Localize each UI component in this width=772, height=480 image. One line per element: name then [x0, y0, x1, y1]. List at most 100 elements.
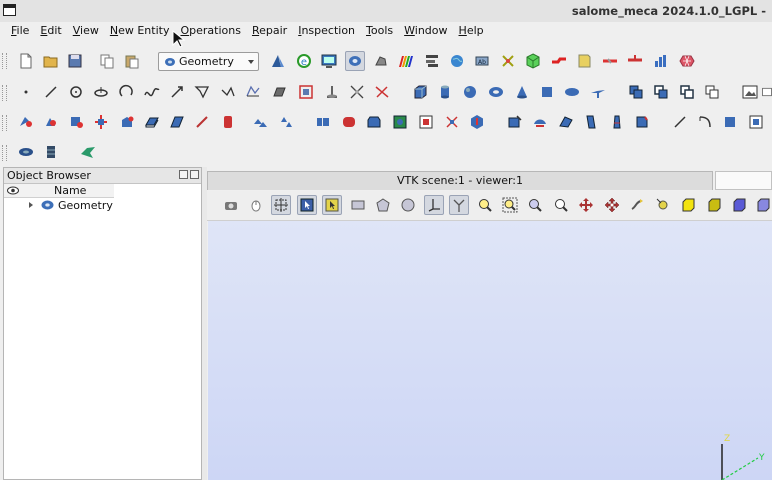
menu-new-entity[interactable]: New Entity: [105, 22, 175, 40]
picture-import-button[interactable]: [740, 82, 760, 102]
close-panel-icon[interactable]: [190, 170, 199, 179]
rotation-point-button[interactable]: [653, 195, 673, 215]
vector-button[interactable]: [167, 82, 187, 102]
extrusion-cut-button[interactable]: [467, 112, 487, 132]
get-shared-shapes-button[interactable]: [442, 112, 462, 132]
check-shape-button[interactable]: [746, 112, 766, 132]
menu-help[interactable]: Help: [454, 22, 489, 40]
bottom-view-button[interactable]: [754, 195, 772, 215]
cone-button[interactable]: [512, 82, 532, 102]
fit-all-button[interactable]: [475, 195, 495, 215]
expand-arrow-icon[interactable]: [29, 202, 33, 208]
section-button[interactable]: [91, 112, 111, 132]
module-jobmanager-button[interactable]: [319, 51, 339, 71]
module-weld-button[interactable]: [625, 51, 645, 71]
common-button[interactable]: [41, 112, 61, 132]
module-selector[interactable]: Geometry: [158, 52, 259, 71]
menu-operations[interactable]: Operations: [175, 22, 246, 40]
fillet-1d-button[interactable]: [416, 112, 436, 132]
polygon-selection-button[interactable]: [373, 195, 393, 215]
sew-button[interactable]: [505, 112, 525, 132]
menu-view[interactable]: View: [68, 22, 104, 40]
local-cs-button[interactable]: [296, 82, 316, 102]
menu-tools[interactable]: Tools: [361, 22, 398, 40]
extrusion-button[interactable]: [142, 112, 162, 132]
limit-tolerance-button[interactable]: [556, 112, 576, 132]
global-pan-button[interactable]: [602, 195, 622, 215]
multi-translation-button[interactable]: [313, 112, 333, 132]
arc-button[interactable]: [117, 82, 137, 102]
revolution-button[interactable]: [167, 112, 187, 132]
fit-selected-button[interactable]: [525, 195, 545, 215]
module-geometry-button[interactable]: [345, 51, 365, 71]
surface-from-face-button[interactable]: [372, 82, 392, 102]
check-free-boundaries-button[interactable]: [695, 112, 715, 132]
front-view-button[interactable]: [678, 195, 698, 215]
vtk-viewport[interactable]: [208, 221, 772, 480]
thickness-button[interactable]: [218, 112, 238, 132]
rectangle-selection-button[interactable]: [348, 195, 368, 215]
green-shape-button[interactable]: [78, 142, 98, 162]
sphere-button[interactable]: [460, 82, 480, 102]
measure-length-button[interactable]: [670, 112, 690, 132]
menu-window[interactable]: Window: [399, 22, 452, 40]
rectangle-face-button[interactable]: [537, 82, 557, 102]
back-view-button[interactable]: [704, 195, 724, 215]
solid-button[interactable]: [702, 82, 722, 102]
ellipse-button[interactable]: [91, 82, 111, 102]
float-panel-icon[interactable]: [179, 170, 188, 179]
module-molecule-button[interactable]: [498, 51, 518, 71]
plane-button[interactable]: [269, 82, 289, 102]
remove-holes-button[interactable]: [632, 112, 652, 132]
fuse-button[interactable]: [16, 112, 36, 132]
object-browser-column-header[interactable]: Name: [4, 184, 114, 198]
point-button[interactable]: [16, 82, 36, 102]
viewer-tab[interactable]: VTK scene:1 - viewer:1: [207, 171, 713, 190]
suppress-faces-button[interactable]: [581, 112, 601, 132]
paste-button[interactable]: [122, 51, 142, 71]
module-chart-button[interactable]: [651, 51, 671, 71]
wire-button[interactable]: [677, 82, 697, 102]
torus-button[interactable]: [486, 82, 506, 102]
rotation-button[interactable]: [276, 112, 296, 132]
bounding-box-button[interactable]: [720, 112, 740, 132]
line-button[interactable]: [41, 82, 61, 102]
new-document-button[interactable]: [16, 51, 36, 71]
isoline-button[interactable]: [347, 82, 367, 102]
compound-button[interactable]: [626, 82, 646, 102]
menu-repair[interactable]: Repair: [247, 22, 292, 40]
curve-button[interactable]: [142, 82, 162, 102]
toolbar-more-button[interactable]: [762, 82, 772, 102]
translation-button[interactable]: [250, 112, 270, 132]
module-paravis-button[interactable]: [396, 51, 416, 71]
cut-button[interactable]: [66, 112, 86, 132]
circle-selection-button[interactable]: [398, 195, 418, 215]
shell-button[interactable]: [651, 82, 671, 102]
module-asterstudy-button[interactable]: [422, 51, 442, 71]
menu-file[interactable]: File: [6, 22, 34, 40]
polyline-button[interactable]: [192, 82, 212, 102]
sketch-button[interactable]: [218, 82, 238, 102]
fit-selection-button[interactable]: [449, 195, 469, 215]
interaction-style-button[interactable]: [246, 195, 266, 215]
open-document-button[interactable]: [41, 51, 61, 71]
rotate-button[interactable]: [627, 195, 647, 215]
copy-button[interactable]: [97, 51, 117, 71]
pan-button[interactable]: [576, 195, 596, 215]
3d-sketch-button[interactable]: [243, 82, 263, 102]
chamfer-button[interactable]: [364, 112, 384, 132]
zoom-button[interactable]: [551, 195, 571, 215]
save-document-button[interactable]: [65, 51, 85, 71]
top-view-button[interactable]: [729, 195, 749, 215]
select-point-button[interactable]: [297, 195, 317, 215]
module-smesh-button[interactable]: [371, 51, 391, 71]
module-eficas-button[interactable]: e: [294, 51, 314, 71]
module-dataset-button[interactable]: Ab: [472, 51, 492, 71]
pipe-button[interactable]: [192, 112, 212, 132]
select-yellow-button[interactable]: [322, 195, 342, 215]
module-cube-button[interactable]: [523, 51, 543, 71]
module-pipe-button[interactable]: [549, 51, 569, 71]
menu-inspection[interactable]: Inspection: [293, 22, 360, 40]
partition-button[interactable]: [117, 112, 137, 132]
fit-area-button[interactable]: [500, 195, 520, 215]
